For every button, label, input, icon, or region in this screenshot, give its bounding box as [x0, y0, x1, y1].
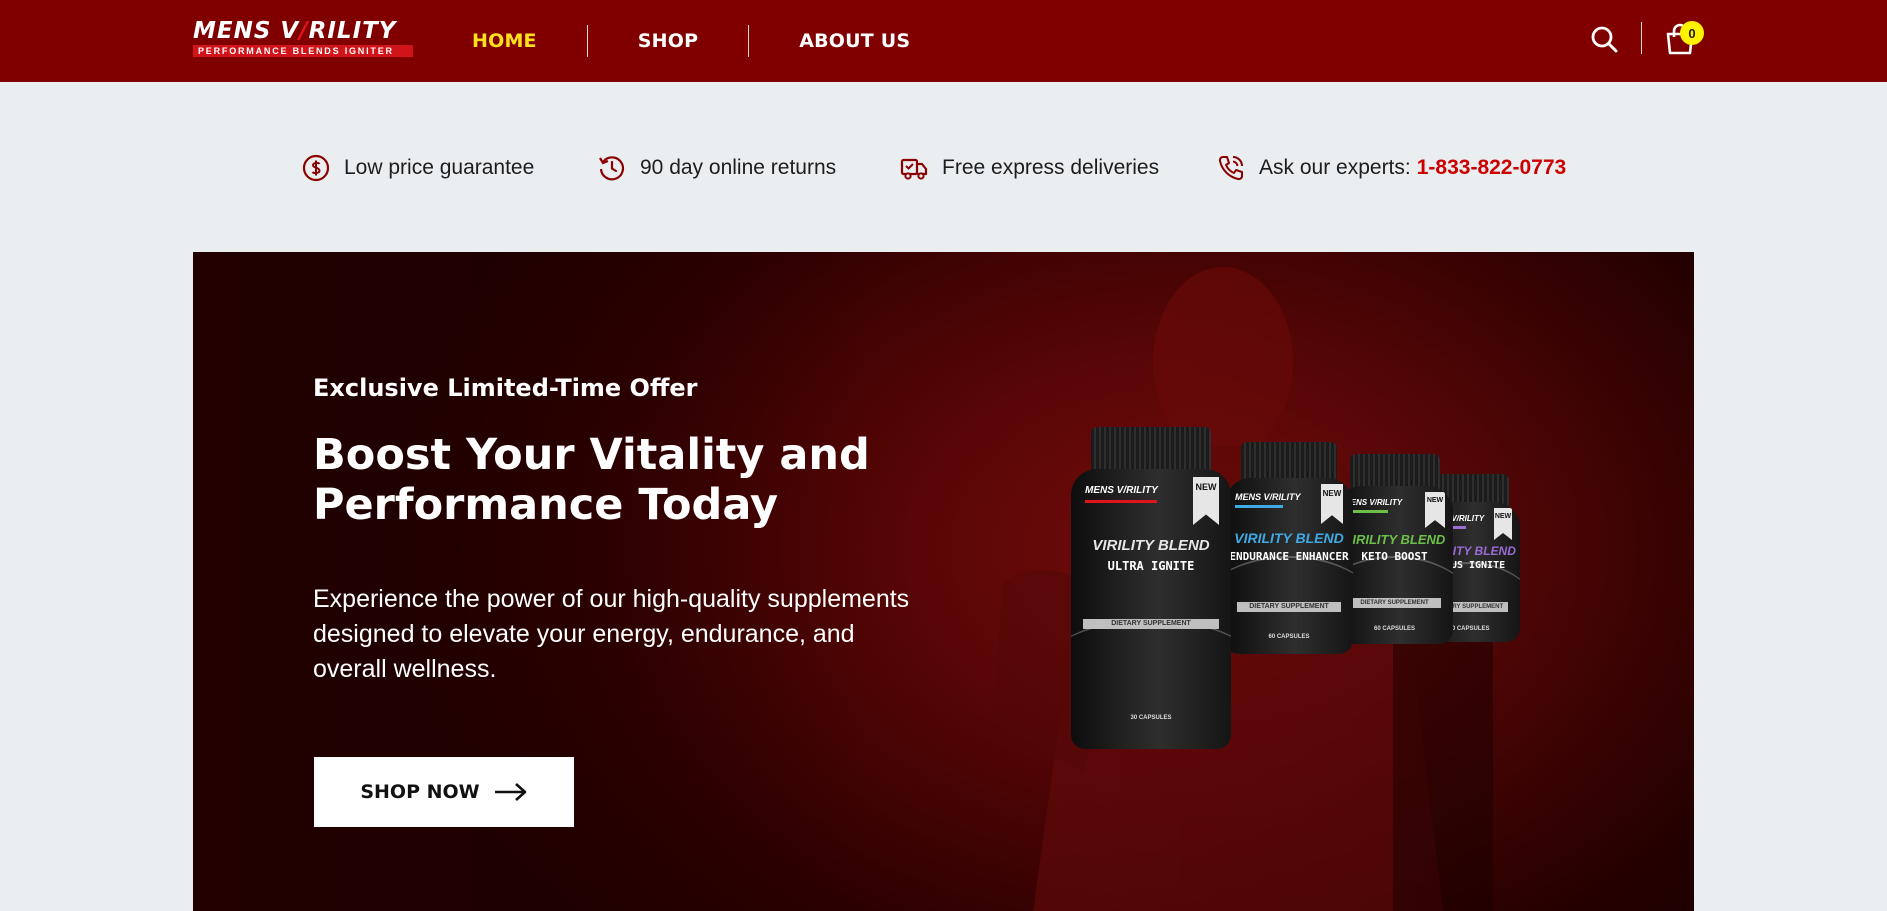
delivery-truck-icon — [900, 158, 928, 180]
bottle-body: NEW MENS V/RILITY VIRILITY BLEND ULTRA I… — [1071, 469, 1231, 749]
phone-icon — [1218, 156, 1243, 181]
bottle-body: NEW MENS V/RILITY VIRILITY BLEND KETO BO… — [1336, 486, 1453, 644]
nav-about-us[interactable]: ABOUT US — [799, 30, 910, 52]
logo-tagline: PERFORMANCE BLENDS IGNITER — [193, 45, 413, 57]
nav-home[interactable]: HOME — [472, 30, 537, 52]
site-logo[interactable]: MENS V/RILITY PERFORMANCE BLENDS IGNITER — [193, 18, 415, 58]
site-header: MENS V/RILITY PERFORMANCE BLENDS IGNITER… — [0, 0, 1887, 82]
feature-label: Low price guarantee — [344, 156, 535, 179]
hero-banner: Exclusive Limited-Time Offer Boost Your … — [193, 252, 1694, 911]
search-icon[interactable] — [1589, 24, 1619, 54]
logo-wordmark: MENS V/RILITY — [193, 18, 397, 44]
feature-deliveries: Free express deliveries — [899, 148, 1159, 188]
shop-now-label: SHOP NOW — [360, 781, 480, 803]
history-icon — [599, 156, 625, 181]
expert-phone-link[interactable]: 1-833-822-0773 — [1417, 156, 1566, 180]
shop-now-button[interactable]: SHOP NOW — [314, 757, 574, 827]
feature-label: 90 day online returns — [640, 156, 837, 179]
hero-description: Experience the power of our high-quality… — [313, 585, 910, 683]
features-bar: Low price guarantee 90 day online return… — [0, 148, 1887, 188]
main-nav: HOME SHOP ABOUT US — [472, 0, 910, 82]
feature-label: Free express deliveries — [942, 156, 1160, 179]
feature-returns: 90 day online returns — [597, 148, 836, 188]
hero-title: Boost Your Vitality and Performance Toda… — [313, 430, 870, 530]
dollar-circle-icon — [302, 154, 330, 182]
bottle-body: NEW MENS V/RILITY VIRILITY BLEND ENDURAN… — [1225, 478, 1353, 654]
product-bottle-ultra-ignite[interactable]: NEW MENS V/RILITY VIRILITY BLEND ULTRA I… — [1071, 427, 1231, 749]
nav-shop[interactable]: SHOP — [638, 30, 698, 52]
feature-label: Ask our experts: — [1259, 156, 1411, 179]
feature-experts: Ask our experts: 1-833-822-0773 — [1216, 148, 1566, 188]
product-bottle-endurance-enhancer[interactable]: NEW MENS V/RILITY VIRILITY BLEND ENDURAN… — [1225, 442, 1353, 654]
nav-divider — [586, 25, 588, 57]
hero-eyebrow: Exclusive Limited-Time Offer — [313, 374, 698, 402]
header-divider — [1641, 22, 1642, 54]
bottle-cap — [1091, 427, 1211, 475]
feature-low-price: Low price guarantee — [301, 148, 534, 188]
product-bottle-keto-boost[interactable]: NEW MENS V/RILITY VIRILITY BLEND KETO BO… — [1336, 454, 1453, 644]
arrow-right-icon — [494, 783, 526, 801]
nav-divider — [748, 25, 750, 57]
cart-count-badge: 0 — [1680, 21, 1704, 45]
